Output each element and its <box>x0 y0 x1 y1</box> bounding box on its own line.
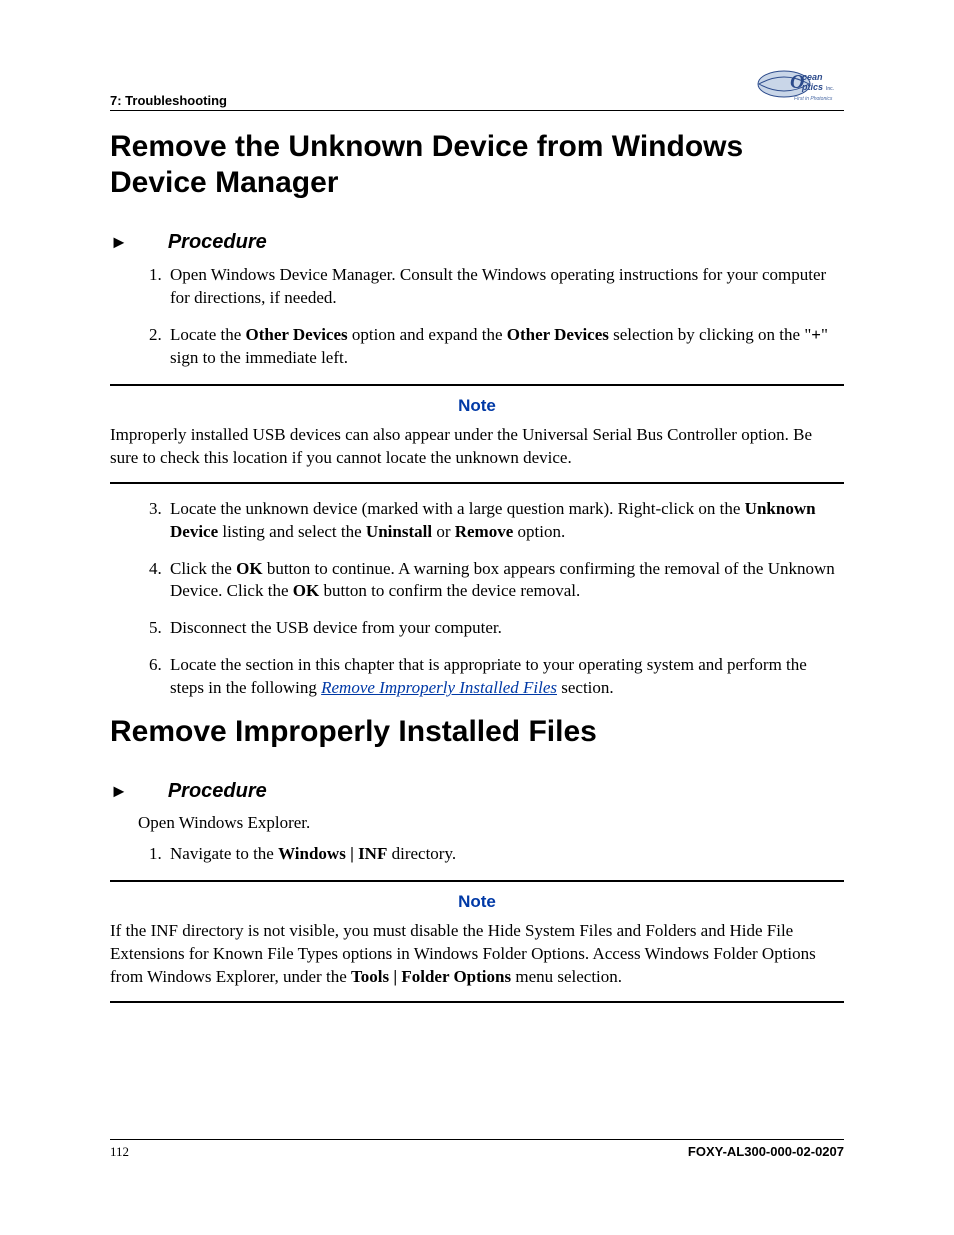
step-text: Locate the unknown device (marked with a… <box>170 499 745 518</box>
step-text: Disconnect the USB device from your comp… <box>170 618 502 637</box>
document-code: FOXY-AL300-000-02-0207 <box>688 1144 844 1160</box>
step-text: selection by clicking on the " <box>609 325 811 344</box>
step-5: Disconnect the USB device from your comp… <box>166 617 844 640</box>
step-1: Navigate to the Windows | INF directory. <box>166 843 844 866</box>
bold-text: Windows | INF <box>278 844 387 863</box>
section-title-remove-improperly-installed-files: Remove Improperly Installed Files <box>110 714 844 750</box>
bold-text: + <box>811 325 821 344</box>
procedure-label: Procedure <box>168 780 267 803</box>
triangle-right-icon: ► <box>110 232 128 253</box>
step-text: button to confirm the device removal. <box>319 581 580 600</box>
svg-text:First in Photonics: First in Photonics <box>794 96 833 102</box>
page: 7: Troubleshooting cean ptics Inc. First… <box>0 0 954 1235</box>
procedure-intro: Open Windows Explorer. <box>138 813 844 833</box>
step-text: Click the <box>170 559 236 578</box>
bold-text: Other Devices <box>507 325 609 344</box>
step-2: Locate the Other Devices option and expa… <box>166 324 844 370</box>
triangle-right-icon: ► <box>110 781 128 802</box>
procedure-label: Procedure <box>168 231 267 254</box>
bold-text: Other Devices <box>246 325 348 344</box>
note-title: Note <box>110 892 844 912</box>
bold-text: Uninstall <box>366 522 432 541</box>
procedure-heading: ► Procedure <box>110 780 844 803</box>
step-text: Locate the <box>170 325 246 344</box>
procedure-steps-3-6: Locate the unknown device (marked with a… <box>138 498 844 701</box>
note-box: Note If the INF directory is not visible… <box>110 880 844 1003</box>
page-number: 112 <box>110 1144 129 1160</box>
procedure-steps-1-2: Open Windows Device Manager. Consult the… <box>138 264 844 370</box>
bold-text: OK <box>236 559 262 578</box>
ocean-optics-logo-icon: cean ptics Inc. First in Photonics O <box>754 60 844 108</box>
link-remove-improperly-installed-files[interactable]: Remove Improperly Installed Files <box>321 678 557 697</box>
note-body: Improperly installed USB devices can als… <box>110 424 844 470</box>
step-3: Locate the unknown device (marked with a… <box>166 498 844 544</box>
step-text: section. <box>557 678 614 697</box>
section-title-remove-unknown-device: Remove the Unknown Device from Windows D… <box>110 129 844 201</box>
step-text: listing and select the <box>218 522 366 541</box>
note-box: Note Improperly installed USB devices ca… <box>110 384 844 484</box>
bold-text: Remove <box>455 522 514 541</box>
procedure-heading: ► Procedure <box>110 231 844 254</box>
step-text: directory. <box>387 844 456 863</box>
note-text: menu selection. <box>511 967 622 986</box>
step-6: Locate the section in this chapter that … <box>166 654 844 700</box>
page-footer: 112 FOXY-AL300-000-02-0207 <box>110 1139 844 1160</box>
procedure-steps-b: Navigate to the Windows | INF directory. <box>138 843 844 866</box>
step-4: Click the OK button to continue. A warni… <box>166 558 844 604</box>
page-header: 7: Troubleshooting cean ptics Inc. First… <box>110 60 844 111</box>
step-text: option. <box>513 522 565 541</box>
step-text: Navigate to the <box>170 844 278 863</box>
note-body: If the INF directory is not visible, you… <box>110 920 844 989</box>
svg-text:O: O <box>790 71 804 93</box>
step-text: or <box>432 522 455 541</box>
step-text: Open Windows Device Manager. Consult the… <box>170 265 826 307</box>
svg-text:Inc.: Inc. <box>826 86 834 92</box>
step-text: option and expand the <box>348 325 507 344</box>
svg-text:cean: cean <box>802 72 823 82</box>
note-title: Note <box>110 396 844 416</box>
bold-text: OK <box>293 581 319 600</box>
step-1: Open Windows Device Manager. Consult the… <box>166 264 844 310</box>
chapter-label: 7: Troubleshooting <box>110 93 227 108</box>
bold-text: Tools | Folder Options <box>351 967 511 986</box>
